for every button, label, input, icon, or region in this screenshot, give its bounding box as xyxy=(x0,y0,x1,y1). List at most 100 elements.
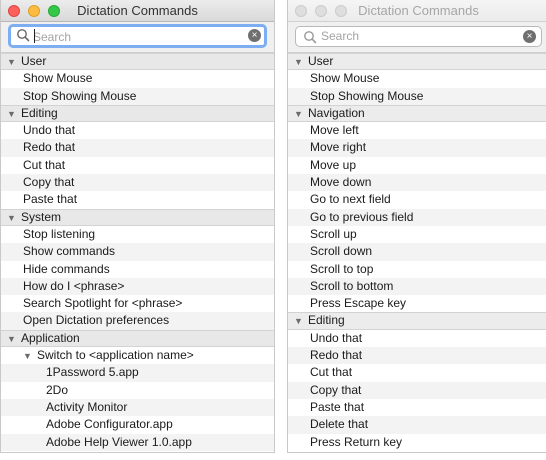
section-header[interactable]: ▼ Editing xyxy=(1,104,274,123)
command-item[interactable]: Move down xyxy=(288,174,546,192)
command-item[interactable]: Adobe Help Viewer 1.0.app xyxy=(1,433,274,451)
disclosure-triangle-icon[interactable]: ▼ xyxy=(7,211,17,226)
row-label: Application xyxy=(21,330,80,345)
command-item[interactable]: Search Spotlight for <phrase> xyxy=(1,295,274,312)
command-item[interactable]: Undo that xyxy=(288,330,546,347)
row-label: Scroll down xyxy=(310,244,373,259)
row-label: Open Dictation preferences xyxy=(23,313,170,328)
clear-search-icon[interactable]: × xyxy=(523,30,536,43)
row-label: Scroll up xyxy=(310,226,357,241)
row-label: Stop Showing Mouse xyxy=(310,88,424,103)
clear-search-icon[interactable]: × xyxy=(248,29,261,42)
command-item[interactable]: Cut that xyxy=(288,364,546,381)
row-label: Activity Monitor xyxy=(46,399,128,414)
search-bar: × xyxy=(288,22,546,53)
command-item[interactable]: Open Dictation preferences xyxy=(1,312,274,330)
command-item[interactable]: Copy that xyxy=(1,174,274,192)
section-header[interactable]: ▼ Application xyxy=(1,329,274,348)
row-label: Adobe Help.app xyxy=(46,452,132,453)
section-header[interactable]: ▼ User xyxy=(1,53,274,71)
command-item[interactable]: Press Return key xyxy=(288,434,546,451)
command-item[interactable]: Scroll to bottom xyxy=(288,277,546,296)
command-item[interactable]: Hide commands xyxy=(1,261,274,278)
disclosure-triangle-icon[interactable]: ▼ xyxy=(7,55,17,70)
section-header[interactable]: ▼ User xyxy=(288,53,546,71)
command-item[interactable]: 1Password 5.app xyxy=(1,364,274,382)
command-item[interactable]: Show Mouse xyxy=(288,70,546,87)
disclosure-triangle-icon[interactable]: ▼ xyxy=(294,55,304,70)
search-input[interactable] xyxy=(33,28,233,45)
command-item[interactable]: Move right xyxy=(288,139,546,157)
zoom-window-button[interactable] xyxy=(48,5,60,17)
command-item[interactable]: Redo that xyxy=(1,139,274,157)
row-label: Redo that xyxy=(310,348,363,363)
row-label: Move right xyxy=(310,140,367,155)
window-controls xyxy=(8,5,60,17)
command-item[interactable]: Show commands xyxy=(1,243,274,261)
subsection-header[interactable]: ▼ Switch to <application name> xyxy=(1,347,274,364)
row-label: Scroll to bottom xyxy=(310,278,394,293)
command-item[interactable]: Cut that xyxy=(1,157,274,174)
close-window-button[interactable] xyxy=(8,5,20,17)
row-label: Paste that xyxy=(23,192,78,207)
section-header[interactable]: ▼ Editing xyxy=(288,312,546,330)
command-item[interactable]: Redo that xyxy=(288,347,546,365)
command-item[interactable]: Press Escape key xyxy=(288,295,546,312)
row-label: Move down xyxy=(310,175,372,190)
command-item[interactable]: Move up xyxy=(288,157,546,174)
command-item[interactable]: Stop Showing Mouse xyxy=(1,87,274,105)
disclosure-triangle-icon[interactable]: ▼ xyxy=(294,314,304,329)
command-item[interactable]: Stop Showing Mouse xyxy=(288,87,546,105)
disclosure-triangle-icon[interactable]: ▼ xyxy=(7,332,17,347)
search-field[interactable]: × xyxy=(8,24,267,48)
command-item[interactable]: Delete that xyxy=(288,416,546,434)
magnifier-icon xyxy=(17,29,30,42)
row-label: Move up xyxy=(310,157,357,172)
command-item[interactable]: 2Do xyxy=(1,382,274,399)
disclosure-triangle-icon[interactable]: ▼ xyxy=(23,348,33,365)
search-field[interactable]: × xyxy=(295,26,542,47)
command-item[interactable]: Move left xyxy=(288,122,546,139)
commands-list[interactable]: ▼ User Show Mouse Stop Showing Mouse ▼ Naviga… xyxy=(288,53,546,451)
commands-list[interactable]: ▼ User Show Mouse Stop Showing Mouse ▼ Editin… xyxy=(1,53,274,453)
command-item[interactable]: Stop listening xyxy=(1,226,274,243)
command-item[interactable]: Paste that xyxy=(288,399,546,416)
row-label: 1Password 5.app xyxy=(46,365,139,380)
search-input[interactable] xyxy=(321,27,521,44)
command-item[interactable]: Activity Monitor xyxy=(1,398,274,417)
row-label: Show Mouse xyxy=(23,71,93,86)
row-label: Adobe Configurator.app xyxy=(46,417,173,432)
row-label: Editing xyxy=(308,313,345,328)
command-item[interactable]: Go to previous field xyxy=(288,208,546,226)
minimize-window-button[interactable] xyxy=(28,5,40,17)
disclosure-triangle-icon[interactable]: ▼ xyxy=(7,107,17,122)
command-item[interactable]: Scroll down xyxy=(288,243,546,261)
command-item[interactable]: Copy that xyxy=(288,381,546,399)
command-item[interactable]: Paste that xyxy=(1,191,274,208)
command-item[interactable]: Adobe Configurator.app xyxy=(1,416,274,433)
zoom-window-button[interactable] xyxy=(335,5,347,17)
command-item[interactable]: Scroll to top xyxy=(288,261,546,278)
row-label: Search Spotlight for <phrase> xyxy=(23,296,183,311)
row-label: Editing xyxy=(21,105,58,120)
window-controls xyxy=(295,5,347,17)
command-item[interactable]: Scroll up xyxy=(288,226,546,243)
close-window-button[interactable] xyxy=(295,5,307,17)
command-item[interactable]: Undo that xyxy=(1,122,274,139)
row-label: Cut that xyxy=(23,157,66,172)
command-item[interactable]: Go to next field xyxy=(288,191,546,208)
row-label: Go to next field xyxy=(310,192,391,207)
row-label: Undo that xyxy=(23,123,76,138)
command-item[interactable]: How do I <phrase> xyxy=(1,277,274,296)
row-label: Move left xyxy=(310,123,359,138)
disclosure-triangle-icon[interactable]: ▼ xyxy=(294,107,304,122)
minimize-window-button[interactable] xyxy=(315,5,327,17)
row-label: Copy that xyxy=(23,175,75,190)
section-header[interactable]: ▼ System xyxy=(1,208,274,226)
section-header[interactable]: ▼ Navigation xyxy=(288,104,546,123)
row-label: Undo that xyxy=(310,330,363,345)
row-label: Switch to <application name> xyxy=(37,348,194,363)
command-item[interactable]: Adobe Help.app xyxy=(1,451,274,453)
command-item[interactable]: Show Mouse xyxy=(1,70,274,87)
window-titlebar: Dictation Commands xyxy=(1,0,274,22)
